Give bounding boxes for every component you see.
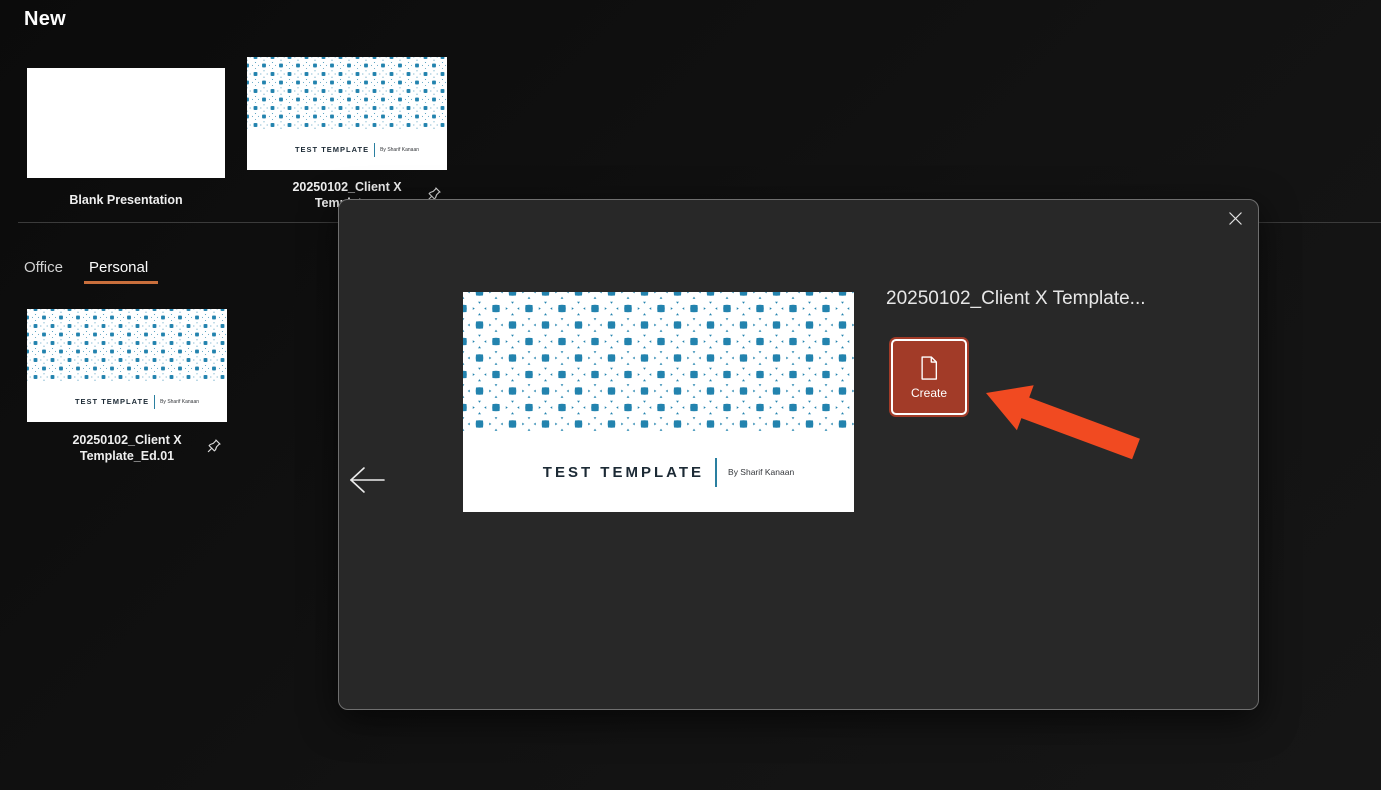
slide-title-divider xyxy=(374,143,375,157)
blank-presentation-card[interactable] xyxy=(27,68,225,178)
slide-title-divider xyxy=(715,458,717,487)
pin-icon[interactable] xyxy=(205,437,223,455)
tab-office[interactable]: Office xyxy=(24,259,63,276)
template-card-top[interactable]: TEST TEMPLATE By Sharif Kanaan xyxy=(247,57,447,170)
slide-pattern-art xyxy=(463,292,854,432)
template-card-personal[interactable]: TEST TEMPLATE By Sharif Kanaan xyxy=(27,309,227,422)
back-arrow-icon[interactable] xyxy=(345,460,389,500)
template-thumbnail: TEST TEMPLATE By Sharif Kanaan xyxy=(247,57,447,170)
tab-personal[interactable]: Personal xyxy=(89,259,148,276)
slide-title-text: TEST TEMPLATE xyxy=(295,145,369,154)
create-button-label: Create xyxy=(911,386,947,400)
slide-pattern-art xyxy=(27,309,227,381)
slide-title-text: TEST TEMPLATE xyxy=(75,397,149,406)
tab-personal-active-underline xyxy=(84,281,158,284)
template-large-preview: TEST TEMPLATE By Sharif Kanaan xyxy=(463,292,854,512)
template-preview-dialog: TEST TEMPLATE By Sharif Kanaan 20250102_… xyxy=(338,199,1259,710)
slide-byline-text: By Sharif Kanaan xyxy=(380,147,419,153)
document-icon xyxy=(918,355,940,381)
template-card-personal-label: 20250102_Client X Template_Ed.01 xyxy=(27,432,227,464)
create-button[interactable]: Create xyxy=(891,339,967,415)
slide-title-text: TEST TEMPLATE xyxy=(543,464,704,481)
slide-byline-text: By Sharif Kanaan xyxy=(728,467,794,477)
slide-pattern-art xyxy=(247,57,447,129)
template-thumbnail: TEST TEMPLATE By Sharif Kanaan xyxy=(27,309,227,422)
dialog-template-title: 20250102_Client X Template... xyxy=(886,288,1146,310)
slide-title-divider xyxy=(154,395,155,409)
blank-presentation-label: Blank Presentation xyxy=(27,192,225,208)
page-title: New xyxy=(24,8,66,31)
close-icon[interactable] xyxy=(1222,205,1248,231)
slide-byline-text: By Sharif Kanaan xyxy=(160,399,199,405)
